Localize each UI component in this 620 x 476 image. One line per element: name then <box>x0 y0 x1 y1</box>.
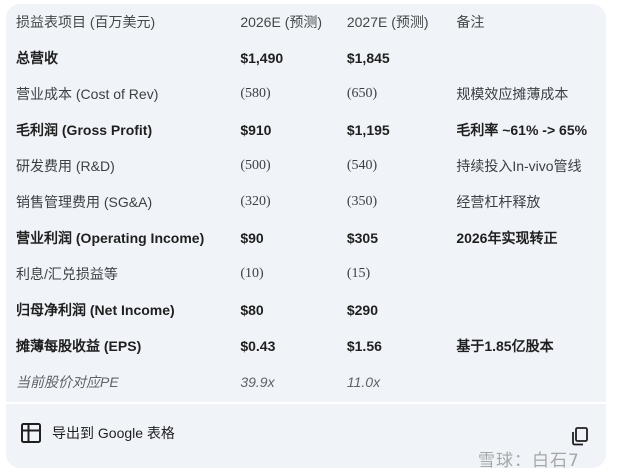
row-2027e: $290 <box>346 302 379 318</box>
row-item: 利息/汇兑损益等 <box>16 266 118 282</box>
row-2027e: $1,845 <box>346 50 390 66</box>
row-2026e: $910 <box>240 122 272 138</box>
header-2027e: 2027E (预测) <box>346 14 429 30</box>
row-2027e: $1.56 <box>346 338 382 354</box>
row-item: 营业利润 (Operating Income) <box>16 230 205 246</box>
row-item: 营业成本 (Cost of Rev) <box>16 86 159 102</box>
row-2027e: (650) <box>346 86 378 101</box>
row-2026e: (580) <box>240 86 271 101</box>
row-2026e: $1,490 <box>240 50 284 66</box>
table-row: 销售管理费用 (SG&A) (320) (350) 经营杠杆释放 <box>16 184 606 220</box>
row-2026e: (320) <box>240 194 271 209</box>
row-2027e: (540) <box>346 158 378 173</box>
row-item: 毛利润 (Gross Profit) <box>16 122 153 138</box>
table-row: 利息/汇兑损益等 (10) (15) <box>16 256 606 292</box>
row-note: 规模效应摊薄成本 <box>456 86 569 102</box>
copy-icon[interactable] <box>570 426 590 446</box>
row-note <box>456 292 606 328</box>
table-row: 当前股价对应PE 39.9x 11.0x <box>16 364 606 400</box>
sheets-icon <box>21 423 41 443</box>
row-note <box>456 364 606 400</box>
income-statement-table: 损益表项目 (百万美元) 2026E (预测) 2027E (预测) 备注 总营… <box>16 4 606 400</box>
row-note: 2026年实现转正 <box>456 230 558 246</box>
row-note: 毛利率 ~61% -> 65% <box>456 122 588 138</box>
row-item: 销售管理费用 (SG&A) <box>16 194 153 210</box>
row-2026e: (500) <box>240 158 271 173</box>
table-header-row: 损益表项目 (百万美元) 2026E (预测) 2027E (预测) 备注 <box>16 4 606 40</box>
row-2026e: $90 <box>240 230 264 246</box>
table-card: 损益表项目 (百万美元) 2026E (预测) 2027E (预测) 备注 总营… <box>6 4 606 468</box>
header-note: 备注 <box>456 14 485 30</box>
export-to-sheets-button[interactable]: 导出到 Google 表格 <box>20 422 175 444</box>
row-2026e: $80 <box>240 302 264 318</box>
row-note: 持续投入In-vivo管线 <box>456 158 582 174</box>
table-row: 营业利润 (Operating Income) $90 $305 2026年实现… <box>16 220 606 256</box>
row-note: 基于1.85亿股本 <box>456 338 554 354</box>
row-2027e: 11.0x <box>346 374 381 390</box>
row-2027e: $305 <box>346 230 379 246</box>
table-row: 总营收 $1,490 $1,845 <box>16 40 606 76</box>
row-item: 归母净利润 (Net Income) <box>16 302 175 318</box>
row-2027e: $1,195 <box>346 122 390 138</box>
row-note <box>456 256 606 292</box>
table-row: 营业成本 (Cost of Rev) (580) (650) 规模效应摊薄成本 <box>16 76 606 112</box>
row-2026e: $0.43 <box>240 338 276 354</box>
watermark: 雪球：白石7 <box>478 451 580 471</box>
row-item: 总营收 <box>16 50 58 66</box>
header-item: 损益表项目 (百万美元) <box>16 14 156 30</box>
table-row: 研发费用 (R&D) (500) (540) 持续投入In-vivo管线 <box>16 148 606 184</box>
row-2027e: (350) <box>346 194 378 209</box>
row-note <box>456 40 606 76</box>
table-row: 毛利润 (Gross Profit) $910 $1,195 毛利率 ~61% … <box>16 112 606 148</box>
row-item: 研发费用 (R&D) <box>16 158 115 174</box>
table-row: 摊薄每股收益 (EPS) $0.43 $1.56 基于1.85亿股本 <box>16 328 606 364</box>
row-note: 经营杠杆释放 <box>456 194 541 210</box>
row-item: 当前股价对应PE <box>16 374 119 390</box>
row-2026e: 39.9x <box>240 374 275 390</box>
table-row: 归母净利润 (Net Income) $80 $290 <box>16 292 606 328</box>
header-2026e: 2026E (预测) <box>240 14 323 30</box>
row-2026e: (10) <box>240 266 264 281</box>
row-2027e: (15) <box>346 266 371 281</box>
row-item: 摊薄每股收益 (EPS) <box>16 338 142 354</box>
export-label: 导出到 Google 表格 <box>52 425 175 441</box>
